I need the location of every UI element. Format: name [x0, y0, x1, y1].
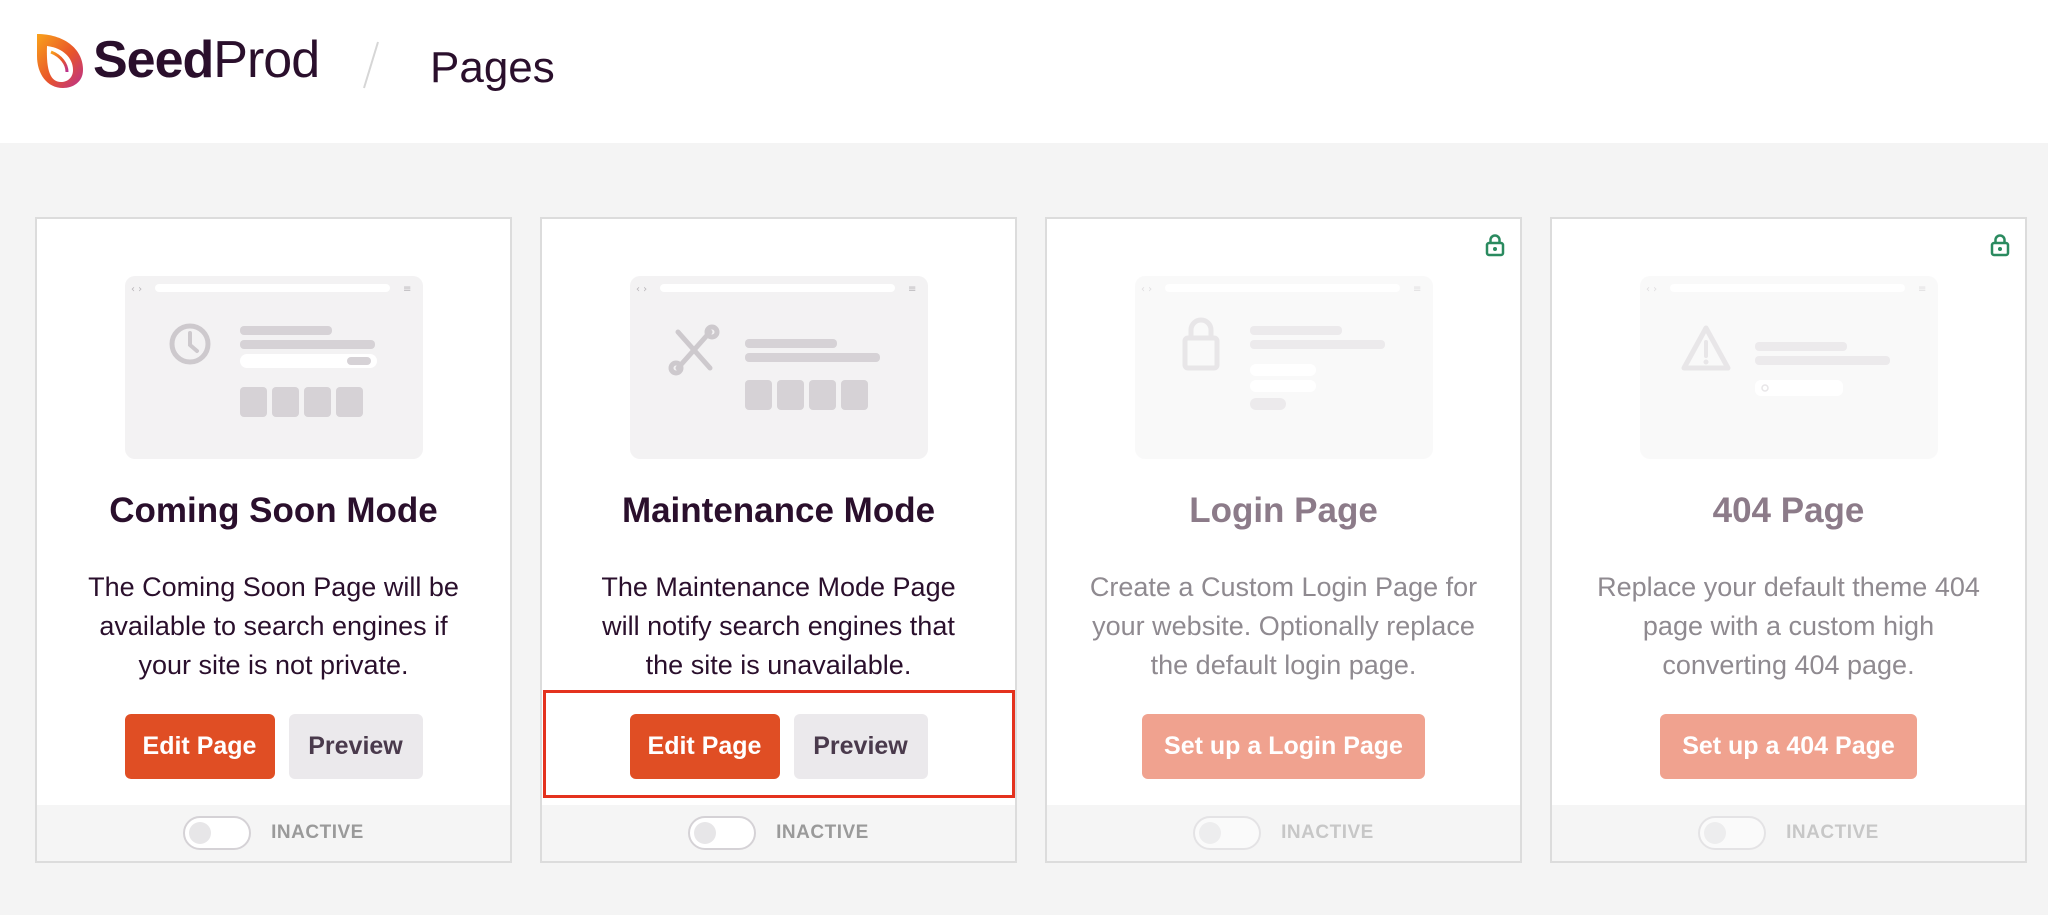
card-footer: INACTIVE [1047, 805, 1520, 861]
top-bar: SeedProd Pages [0, 0, 2048, 143]
toggle-knob [1704, 822, 1727, 844]
card-login-page: ‹ › ≡ Login Page Create a Custom Login P… [1045, 217, 1522, 863]
card-title: Maintenance Mode [621, 491, 936, 530]
svg-text:≡: ≡ [908, 284, 916, 295]
card-actions: Set up a 404 Page [1552, 714, 2025, 779]
status-label: INACTIVE [271, 822, 364, 843]
card-title: Login Page [1189, 491, 1378, 530]
preview-button[interactable]: Preview [288, 714, 423, 779]
breadcrumb-separator [363, 41, 379, 89]
card-404-page: ‹ › ≡ 404 Page Replace your default them… [1550, 217, 2027, 863]
login-thumbnail: ‹ › ≡ [1135, 276, 1433, 459]
setup-404-page-button[interactable]: Set up a 404 Page [1660, 714, 1917, 779]
toggle-knob [694, 822, 717, 844]
brand-name-light: Prod [213, 31, 320, 89]
pro-lock-icon [1990, 234, 2010, 257]
svg-text:‹ ›: ‹ › [1646, 284, 1657, 295]
svg-text:≡: ≡ [403, 284, 411, 295]
svg-text:≡: ≡ [1413, 284, 1421, 295]
card-footer: INACTIVE [542, 805, 1015, 861]
seedprod-leaf-icon [37, 34, 83, 88]
status-label: INACTIVE [1786, 822, 1879, 843]
card-description: Create a Custom Login Page for your webs… [1089, 572, 1478, 680]
card-description: Replace your default theme 404 page with… [1597, 572, 1980, 680]
active-toggle[interactable] [1698, 816, 1767, 850]
card-maintenance: ‹ › ≡ Maintenance Mode The Maintenance M… [540, 217, 1017, 863]
page-title: Pages [430, 43, 555, 92]
edit-page-button[interactable]: Edit Page [629, 714, 780, 779]
card-description: The Maintenance Mode Page will notify se… [601, 572, 956, 680]
svg-text:≡: ≡ [1918, 284, 1926, 295]
coming-soon-thumbnail: ‹ › ≡ [125, 276, 423, 459]
active-toggle[interactable] [183, 816, 252, 850]
card-footer: INACTIVE [37, 805, 510, 861]
card-title: Coming Soon Mode [109, 491, 438, 530]
preview-button[interactable]: Preview [793, 714, 928, 779]
card-title: 404 Page [1712, 491, 1865, 530]
active-toggle[interactable] [1193, 816, 1262, 850]
toggle-knob [1199, 822, 1222, 844]
maintenance-thumbnail: ‹ › ≡ [630, 276, 928, 459]
edit-page-button[interactable]: Edit Page [124, 714, 275, 779]
pro-lock-icon [1485, 234, 1505, 257]
seedprod-logo[interactable]: SeedProd [33, 30, 320, 90]
svg-text:‹ ›: ‹ › [131, 284, 142, 295]
card-actions: Set up a Login Page [1047, 714, 1520, 779]
status-label: INACTIVE [1281, 822, 1374, 843]
card-coming-soon: ‹ › ≡ Coming Soon Mode The Coming Soon P… [35, 217, 512, 863]
card-actions: Edit Page Preview [37, 714, 510, 779]
404-thumbnail: ‹ › ≡ [1640, 276, 1938, 459]
toggle-knob [189, 822, 212, 844]
card-footer: INACTIVE [1552, 805, 2025, 861]
card-description: The Coming Soon Page will be available t… [88, 572, 459, 680]
svg-text:‹ ›: ‹ › [1141, 284, 1152, 295]
svg-text:‹ ›: ‹ › [636, 284, 647, 295]
active-toggle[interactable] [688, 816, 757, 850]
card-actions: Edit Page Preview [542, 714, 1015, 779]
brand-name: SeedProd [93, 31, 320, 89]
setup-login-page-button[interactable]: Set up a Login Page [1142, 714, 1425, 779]
brand-name-bold: Seed [93, 31, 214, 89]
status-label: INACTIVE [776, 822, 869, 843]
